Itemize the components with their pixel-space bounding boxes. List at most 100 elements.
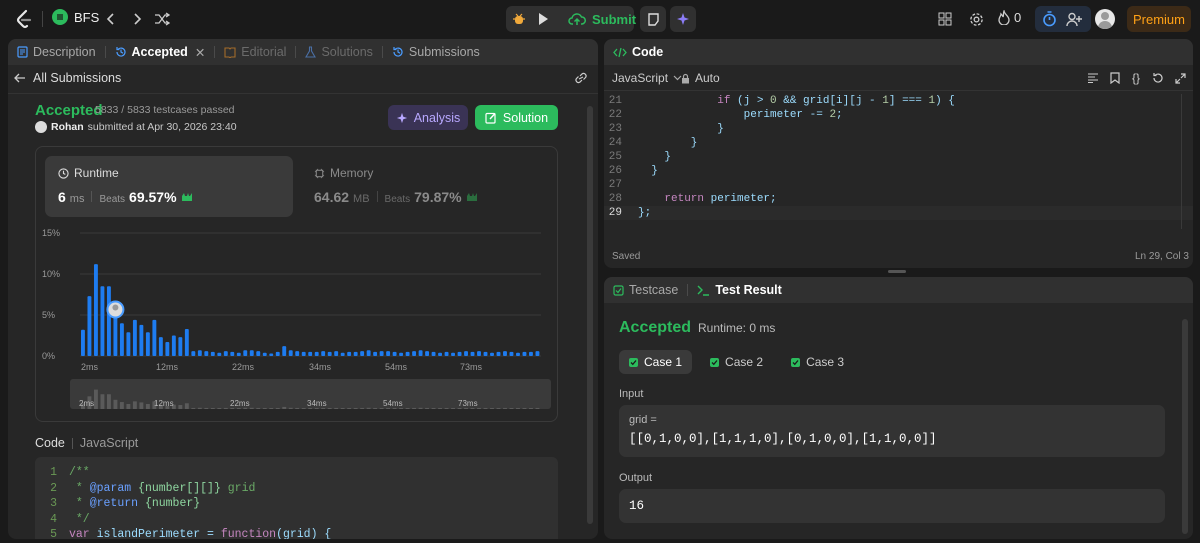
distribution-bar[interactable] [529,351,533,356]
distribution-bar[interactable] [295,351,300,356]
shuffle-icon[interactable] [153,10,171,28]
distribution-bar[interactable] [145,332,150,356]
distribution-bar[interactable] [457,351,462,356]
distribution-bar[interactable] [444,351,449,356]
next-problem-icon[interactable] [129,10,145,28]
distribution-bar[interactable] [100,286,105,356]
distribution-bar[interactable] [165,342,170,356]
distribution-bar[interactable] [360,351,365,356]
distribution-bar[interactable] [184,328,189,356]
distribution-bar[interactable] [431,351,436,356]
reset-icon[interactable] [1151,71,1165,85]
distribution-bar[interactable] [126,332,131,356]
language-select[interactable]: JavaScript [612,71,682,85]
distribution-bar[interactable] [327,351,332,356]
editor-line[interactable]: 22 perimeter -= 2; [604,108,1193,122]
memory-tile[interactable]: Memory 64.62 MB Beats 79.87% [301,156,549,217]
tab-description[interactable]: Description [8,45,105,59]
distribution-bar[interactable] [243,350,248,356]
distribution-bar[interactable] [210,351,215,356]
add-user-icon[interactable] [1064,9,1084,29]
distribution-bar[interactable] [236,352,241,356]
analysis-button[interactable]: Analysis [388,105,468,130]
tab-solutions[interactable]: Solutions [296,45,381,59]
run-icon[interactable] [534,10,552,28]
solution-button[interactable]: Solution [475,105,558,130]
debug-icon[interactable] [510,10,528,28]
code-editor[interactable]: 21 if (j > 0 && grid[i][j - 1] === 1) {2… [604,94,1193,229]
layout-grid-icon[interactable] [936,10,954,28]
distribution-bar[interactable] [477,351,481,356]
prev-problem-icon[interactable] [103,10,119,28]
close-tab-icon[interactable]: ✕ [195,45,205,60]
distribution-bar[interactable] [87,296,92,356]
bookmark-icon[interactable] [1108,71,1122,85]
distribution-bar[interactable] [197,350,202,356]
distribution-bar[interactable] [106,286,111,356]
problem-list-button[interactable]: BFS [52,9,99,25]
distribution-bar[interactable] [483,351,488,356]
distribution-bar[interactable] [171,335,176,357]
distribution-bar[interactable] [399,352,404,356]
distribution-bar[interactable] [288,350,293,356]
distribution-bar[interactable] [418,350,423,356]
scrollbar[interactable] [1182,319,1188,534]
distribution-bar[interactable] [522,351,527,356]
distribution-bar[interactable] [275,351,280,356]
runtime-tile[interactable]: Runtime 6 ms Beats 69.57% [45,156,293,217]
editor-scrollbar[interactable] [1181,94,1191,229]
distribution-bar[interactable] [191,351,196,356]
stopwatch-icon[interactable] [1039,9,1059,29]
tab-code[interactable]: Code [604,45,672,59]
distribution-bar[interactable] [379,351,384,356]
distribution-bar[interactable] [516,352,520,356]
scrollbar[interactable] [587,106,593,524]
notes-icon[interactable] [640,6,666,32]
runtime-distribution-chart[interactable]: 15% 10% 5% 0% 2ms 12ms 22ms 34ms 54ms 73ms 2ms 12ms… [36,223,559,422]
editor-line[interactable]: 28 return perimeter; [604,192,1193,206]
distribution-bar[interactable] [178,337,183,356]
autocomplete-mode[interactable]: Auto [681,71,720,85]
distribution-bar[interactable] [230,351,235,356]
back-to-submissions[interactable]: All Submissions [14,71,121,85]
premium-button[interactable]: Premium [1127,6,1191,32]
distribution-bar[interactable] [535,351,540,356]
distribution-bar[interactable] [158,337,163,356]
distribution-bar[interactable] [262,352,267,356]
distribution-bar[interactable] [509,351,514,356]
distribution-bar[interactable] [464,351,468,356]
distribution-bar[interactable] [152,319,157,356]
distribution-bar[interactable] [139,324,144,356]
leetcode-logo-icon[interactable] [14,9,34,29]
distribution-bar[interactable] [334,351,339,356]
ai-sparkle-icon[interactable] [670,6,696,32]
distribution-bar[interactable] [438,352,443,356]
distribution-bar[interactable] [470,351,475,356]
distribution-bar[interactable] [321,351,326,356]
submit-button[interactable]: Submit [560,6,636,32]
case-tab-1[interactable]: Case 1 [619,350,693,374]
braces-icon[interactable]: {} [1129,71,1143,85]
distribution-bar[interactable] [308,351,313,356]
editor-line[interactable]: 26 } [604,164,1193,178]
distribution-bar[interactable] [269,353,274,356]
distribution-bar[interactable] [412,351,417,356]
distribution-bar[interactable] [340,352,345,356]
editor-line[interactable]: 21 if (j > 0 && grid[i][j - 1] === 1) { [604,94,1193,108]
distribution-bar[interactable] [373,351,378,356]
distribution-bar[interactable] [204,351,209,356]
tab-submissions[interactable]: Submissions [383,45,489,59]
distribution-bar[interactable] [301,351,306,356]
distribution-bar[interactable] [503,351,507,356]
distribution-bar[interactable] [282,346,287,356]
distribution-bar[interactable] [132,319,137,356]
distribution-bar[interactable] [113,312,118,356]
distribution-bar[interactable] [405,351,410,356]
resize-handle[interactable] [888,270,906,273]
tab-editorial[interactable]: Editorial [215,45,295,59]
tab-test-result[interactable]: Test Result [688,283,790,297]
fullscreen-icon[interactable] [1173,71,1187,85]
distribution-bar[interactable] [119,323,124,356]
avatar[interactable] [1095,9,1115,29]
distribution-bar[interactable] [490,352,494,356]
